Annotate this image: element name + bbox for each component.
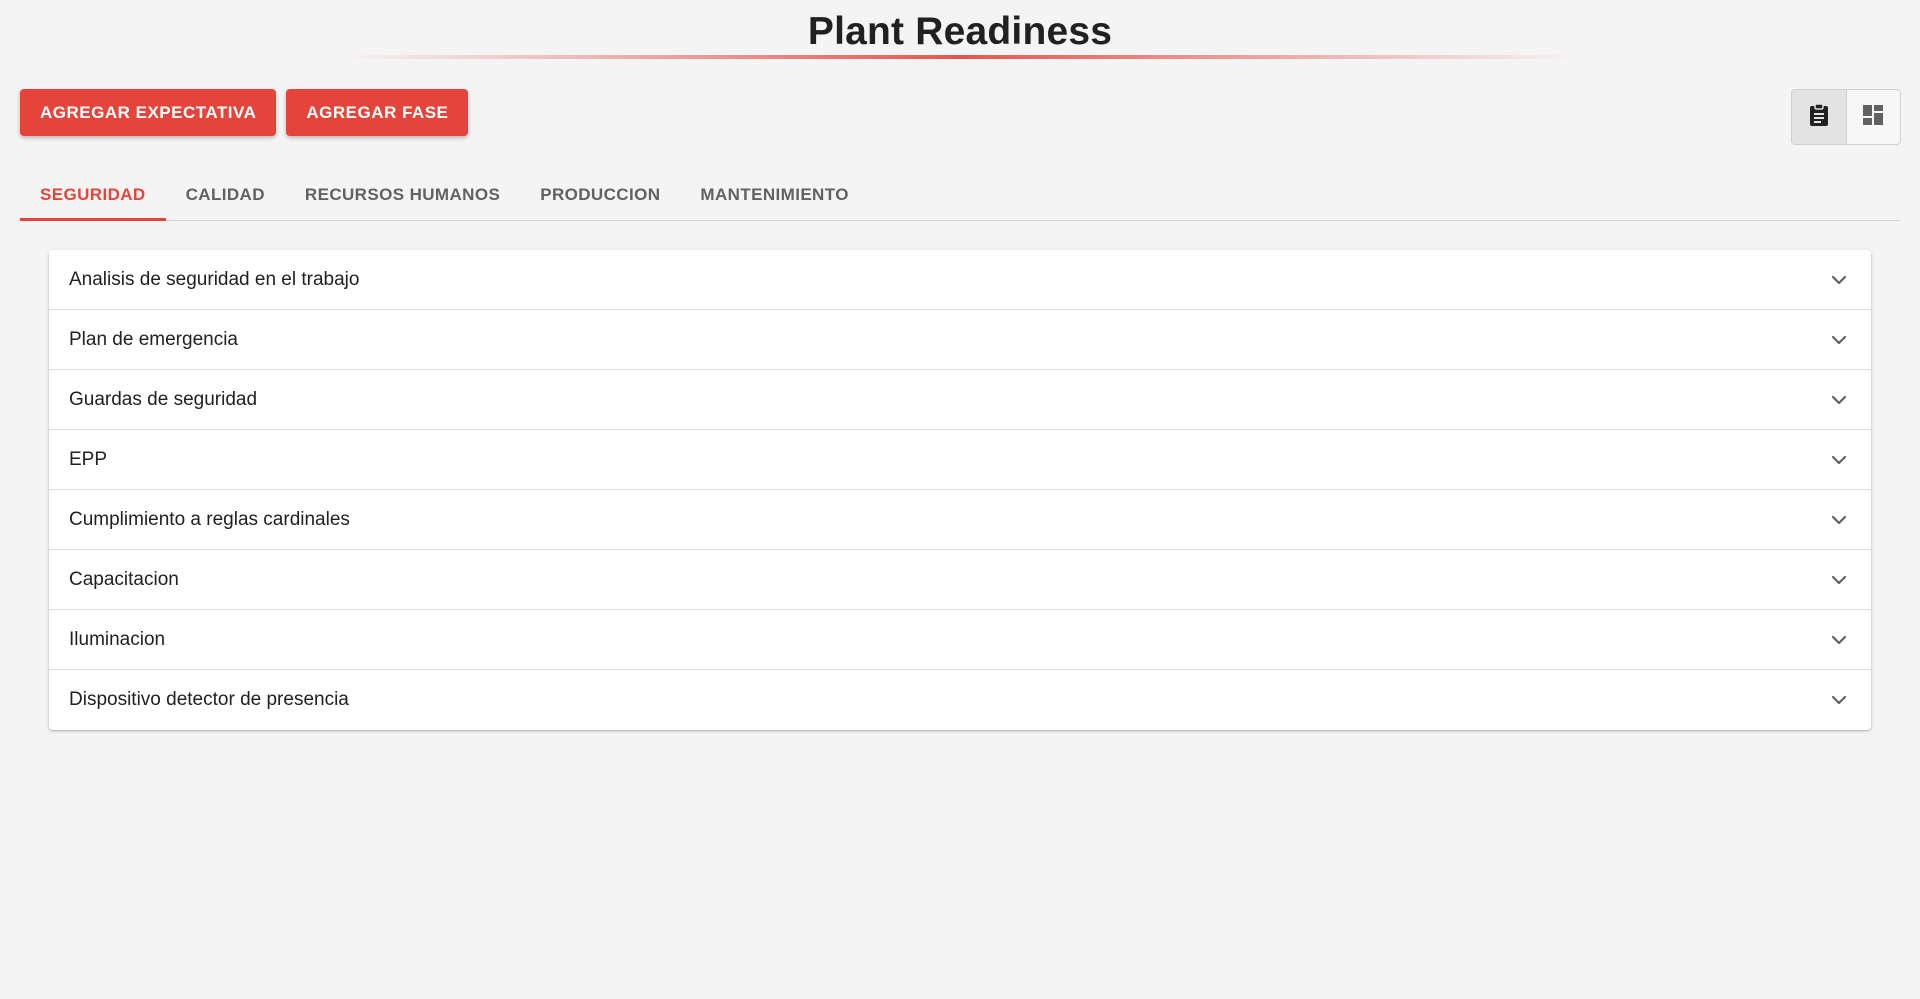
accordion-item-label: Capacitacion: [69, 568, 179, 590]
title-underline: [340, 55, 1580, 59]
accordion-item-reglas-cardinales[interactable]: Cumplimiento a reglas cardinales: [49, 490, 1871, 550]
accordion-item-label: EPP: [69, 448, 108, 470]
chevron-down-icon[interactable]: [1827, 328, 1851, 352]
tab-recursos-humanos[interactable]: RECURSOS HUMANOS: [285, 169, 520, 220]
accordion-item-label: Analisis de seguridad en el trabajo: [69, 268, 360, 290]
header: Plant Readiness: [0, 0, 1920, 70]
tab-calidad[interactable]: CALIDAD: [166, 169, 285, 220]
accordion-item-label: Guardas de seguridad: [69, 388, 258, 410]
accordion-item-epp[interactable]: EPP: [49, 430, 1871, 490]
chevron-down-icon[interactable]: [1827, 388, 1851, 412]
accordion-item-label: Cumplimiento a reglas cardinales: [69, 508, 350, 530]
add-expectation-button[interactable]: AGREGAR EXPECTATIVA: [20, 89, 277, 136]
page-title: Plant Readiness: [807, 10, 1113, 53]
chevron-down-icon[interactable]: [1827, 688, 1851, 712]
accordion-item-plan-emergencia[interactable]: Plan de emergencia: [49, 310, 1871, 370]
tab-seguridad[interactable]: SEGURIDAD: [20, 169, 166, 221]
clipboard-icon: [1808, 102, 1830, 132]
accordion-item-capacitacion[interactable]: Capacitacion: [49, 550, 1871, 610]
chevron-down-icon[interactable]: [1827, 628, 1851, 652]
chevron-down-icon[interactable]: [1827, 268, 1851, 292]
tab-produccion[interactable]: PRODUCCION: [520, 169, 680, 220]
tab-mantenimiento[interactable]: MANTENIMIENTO: [680, 169, 868, 220]
expectations-accordion: Analisis de seguridad en el trabajo Plan…: [49, 250, 1871, 730]
accordion-item-label: Plan de emergencia: [69, 328, 238, 350]
accordion-item-detector-presencia[interactable]: Dispositivo detector de presencia: [49, 670, 1871, 730]
list-view-toggle[interactable]: [1792, 90, 1847, 144]
chevron-down-icon[interactable]: [1827, 508, 1851, 532]
accordion-item-analisis-seguridad[interactable]: Analisis de seguridad en el trabajo: [49, 250, 1871, 310]
accordion-item-label: Dispositivo detector de presencia: [69, 689, 349, 710]
dashboard-icon: [1862, 104, 1884, 131]
tab-bar: SEGURIDAD CALIDAD RECURSOS HUMANOS PRODU…: [20, 169, 1900, 221]
chevron-down-icon[interactable]: [1827, 568, 1851, 592]
dashboard-view-toggle[interactable]: [1847, 90, 1901, 144]
accordion-item-label: Iluminacion: [69, 628, 166, 650]
action-bar: AGREGAR EXPECTATIVA AGREGAR FASE: [20, 89, 469, 136]
accordion-item-iluminacion[interactable]: Iluminacion: [49, 610, 1871, 670]
accordion-item-guardas-seguridad[interactable]: Guardas de seguridad: [49, 370, 1871, 430]
chevron-down-icon[interactable]: [1827, 448, 1851, 472]
add-phase-button[interactable]: AGREGAR FASE: [286, 89, 469, 136]
view-toggle: [1791, 89, 1901, 145]
